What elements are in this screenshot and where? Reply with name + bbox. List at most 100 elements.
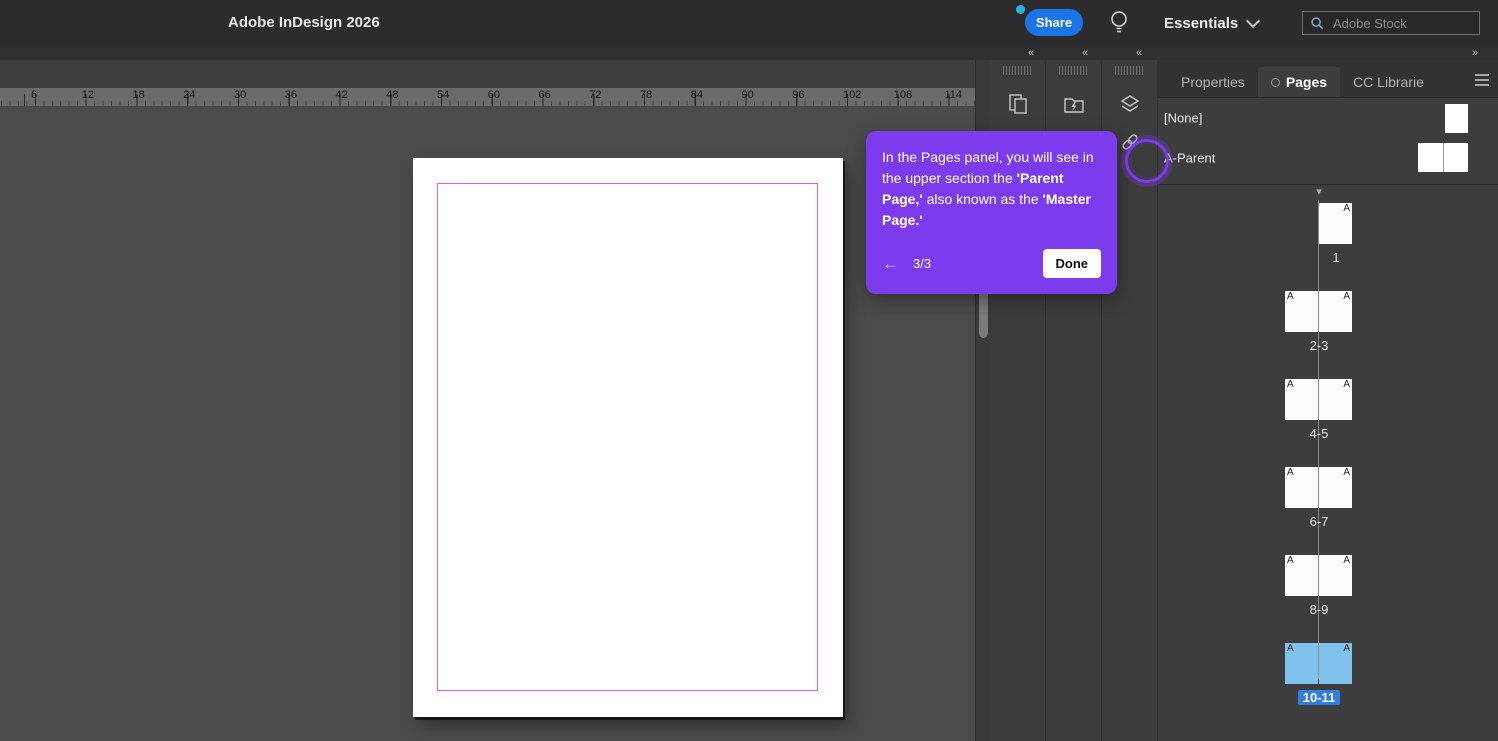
- ruler-label: 6: [31, 89, 38, 101]
- tab-pages-label: Pages: [1285, 74, 1328, 90]
- none-page-thumbnail[interactable]: [1445, 104, 1468, 133]
- pages-panel: Properties Pages CC Librarie [None] A-Pa…: [1158, 60, 1498, 741]
- ruler-label: 114: [944, 89, 963, 101]
- section-marker-icon: ▾: [1316, 186, 1322, 198]
- coach-tooltip: In the Pages panel, you will see in the …: [866, 131, 1117, 294]
- ruler-label: 84: [690, 89, 703, 101]
- tab-cc-libraries[interactable]: CC Librarie: [1340, 67, 1437, 97]
- chevron-down-icon: [1246, 13, 1261, 28]
- ruler-label: 78: [640, 89, 653, 101]
- spread-label[interactable]: 2-3: [1310, 338, 1329, 353]
- ruler-label: 48: [386, 89, 399, 101]
- step-counter: 3/3: [913, 256, 932, 271]
- dock-gripper[interactable]: [1002, 66, 1033, 75]
- page-thumbnail[interactable]: A: [1285, 555, 1318, 596]
- parent-letter: A: [1343, 555, 1350, 566]
- parent-row-none[interactable]: [None]: [1158, 98, 1498, 138]
- app-bar: Adobe InDesign 2026 Share Essentials: [0, 0, 1498, 47]
- pages-panel-spread: A A 8-9: [1285, 555, 1353, 618]
- pages-panel-spread: A A 4-5: [1285, 379, 1353, 442]
- ruler-label: 18: [132, 89, 145, 101]
- panel-menu-icon[interactable]: [1471, 70, 1493, 90]
- collapse-panel-icon[interactable]: «: [1136, 46, 1142, 60]
- a-parent-spread-thumbnail[interactable]: [1418, 143, 1468, 172]
- tab-pages[interactable]: Pages: [1257, 67, 1341, 97]
- page-thumbnail[interactable]: A: [1319, 555, 1352, 596]
- parent-letter: A: [1287, 643, 1294, 654]
- page-thumbnail[interactable]: A: [1319, 643, 1352, 684]
- parent-letter: A: [1343, 467, 1350, 478]
- ruler-label: 102: [843, 89, 862, 101]
- page-thumbnail[interactable]: A: [1319, 379, 1352, 420]
- page-thumbnail[interactable]: A: [1285, 291, 1318, 332]
- ruler-label: 24: [183, 89, 196, 101]
- spread-label[interactable]: 6-7: [1310, 514, 1329, 529]
- page-thumbnail[interactable]: A: [1319, 291, 1352, 332]
- search-icon: [1311, 16, 1324, 29]
- workspace-label: Essentials: [1164, 14, 1239, 32]
- lightbulb-icon: [1111, 10, 1127, 32]
- parent-letter: A: [1343, 379, 1350, 390]
- ruler-label: 36: [284, 89, 297, 101]
- page-thumbnail[interactable]: A: [1285, 379, 1318, 420]
- tooltip-footer: ← 3/3 Done: [882, 249, 1101, 278]
- ruler-label: 108: [893, 89, 913, 101]
- done-button[interactable]: Done: [1042, 249, 1101, 278]
- back-arrow-icon[interactable]: ←: [882, 255, 899, 272]
- pasteboard-top: [0, 60, 975, 88]
- document-page[interactable]: [413, 158, 843, 717]
- document-canvas[interactable]: 6 12 18 24 30 36 42 48 54 60 66 72 78 84 90 96 102 108 114: [0, 60, 975, 741]
- ruler-label: 72: [589, 89, 602, 101]
- dock-gripper[interactable]: [1114, 66, 1145, 75]
- ruler-label: 90: [741, 89, 754, 101]
- pages-list: A 1 A A 2-3 A A 4-5 A A 6-7 A A 8-9 A A 10-11: [1285, 203, 1353, 731]
- notification-dot: [1016, 5, 1025, 14]
- ruler-label: 30: [234, 89, 247, 101]
- ruler-label: 42: [335, 89, 348, 101]
- dock-header-strip: « « « »: [0, 46, 1498, 60]
- ruler-label: 60: [487, 89, 500, 101]
- pages-panel-spread: A1: [1285, 203, 1353, 266]
- parent-letter: A: [1287, 467, 1294, 478]
- share-button[interactable]: Share: [1025, 9, 1083, 36]
- app-title: Adobe InDesign 2026: [228, 14, 380, 31]
- horizontal-ruler: 6 12 18 24 30 36 42 48 54 60 66 72 78 84 90 96 102 108 114: [0, 88, 975, 106]
- page-thumbnail[interactable]: A: [1319, 203, 1352, 244]
- margin-guides: [437, 183, 818, 691]
- ruler-label: 96: [792, 89, 805, 101]
- stock-search-input[interactable]: [1331, 14, 1472, 32]
- parent-label: A-Parent: [1164, 150, 1216, 166]
- tab-properties[interactable]: Properties: [1168, 67, 1258, 97]
- parent-pages-section: [None] A-Parent: [1158, 98, 1498, 178]
- expand-dock-icon[interactable]: »: [1472, 46, 1478, 60]
- spread-label[interactable]: 4-5: [1310, 426, 1329, 441]
- spread-label[interactable]: 10-11: [1297, 690, 1341, 705]
- pages-panel-spread: A A 10-11: [1285, 643, 1353, 706]
- coach-highlight-circle: [1125, 139, 1169, 183]
- panel-tab-bar: Properties Pages CC Librarie: [1158, 60, 1498, 98]
- page-thumbnail[interactable]: A: [1319, 467, 1352, 508]
- pages-tab-marker-icon: [1270, 77, 1280, 87]
- parent-row-a-parent[interactable]: A-Parent: [1158, 138, 1498, 178]
- layers-icon[interactable]: [1113, 88, 1147, 120]
- parent-letter: A: [1287, 555, 1294, 566]
- panel-divider: [1158, 184, 1498, 185]
- spread-label[interactable]: 8-9: [1310, 602, 1329, 617]
- spread-label[interactable]: 1: [1332, 250, 1339, 265]
- parent-letter: A: [1343, 203, 1350, 214]
- page-thumbnail[interactable]: A: [1285, 643, 1318, 684]
- workspace-switcher[interactable]: Essentials: [1164, 0, 1261, 46]
- lightbulb-icon[interactable]: [1104, 7, 1134, 39]
- collapse-panel-icon[interactable]: «: [1082, 46, 1088, 60]
- parent-letter: A: [1287, 291, 1294, 302]
- cc-libraries-icon[interactable]: [1057, 88, 1091, 120]
- collapse-panel-icon[interactable]: «: [1028, 46, 1034, 60]
- page-thumbnail[interactable]: A: [1285, 467, 1318, 508]
- dock-gripper[interactable]: [1058, 66, 1089, 75]
- stock-search[interactable]: [1302, 11, 1480, 35]
- indesign-window: Adobe InDesign 2026 Share Essentials Ado…: [0, 0, 1498, 741]
- pages-panel-spread: A A 2-3: [1285, 291, 1353, 354]
- ruler-label: 66: [538, 89, 551, 101]
- pages-panel-icon[interactable]: [1001, 88, 1035, 120]
- parent-letter: A: [1343, 643, 1350, 654]
